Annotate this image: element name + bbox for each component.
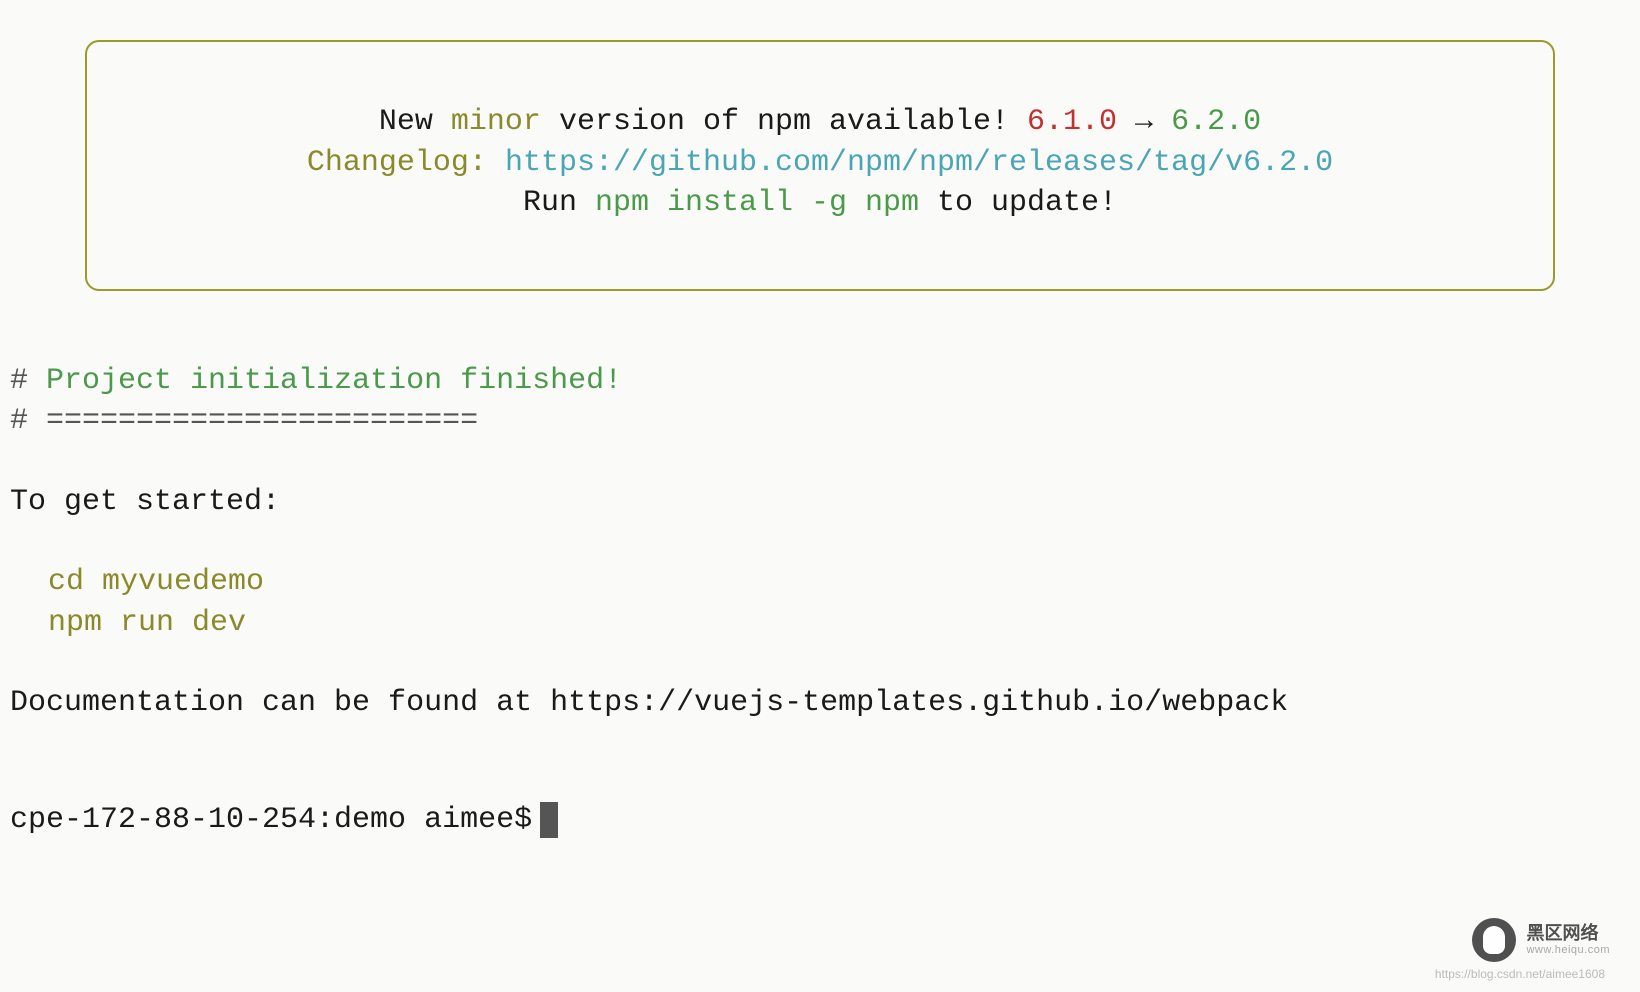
version-text: version of npm available! <box>541 105 1027 139</box>
new-text: New <box>379 105 451 139</box>
changelog-label: Changelog: <box>307 146 505 180</box>
npm-update-notice: New minor version of npm available! 6.1.… <box>85 40 1555 291</box>
npm-run-command: npm run dev <box>10 603 1630 644</box>
terminal-prompt[interactable]: cpe-172-88-10-254:demo aimee$ <box>10 800 1630 841</box>
documentation-text: Documentation can be found at https://vu… <box>10 683 1630 724</box>
watermark-url: https://blog.csdn.net/aimee1608 <box>1435 966 1605 982</box>
init-separator: # ======================== <box>10 401 1630 442</box>
run-text: Run <box>523 186 595 220</box>
get-started-label: To get started: <box>10 482 1630 523</box>
init-line-1: # Project initialization finished! <box>10 361 1630 402</box>
new-version: 6.2.0 <box>1171 105 1261 139</box>
old-version: 6.1.0 <box>1027 105 1117 139</box>
init-finished: Project initialization finished! <box>46 364 622 398</box>
changelog-url: https://github.com/npm/npm/releases/tag/… <box>505 146 1333 180</box>
mushroom-icon <box>1472 918 1516 962</box>
arrow-icon: → <box>1117 105 1171 139</box>
watermark: 黑区网络 www.heiqu.com <box>1472 918 1610 962</box>
prompt-text: cpe-172-88-10-254:demo aimee$ <box>10 800 532 841</box>
cursor-icon <box>540 802 558 838</box>
watermark-name: 黑区网络 <box>1526 924 1610 944</box>
notice-line-1: New minor version of npm available! 6.1.… <box>127 102 1513 143</box>
minor-label: minor <box>451 105 541 139</box>
notice-line-3: Run npm install -g npm to update! <box>127 183 1513 224</box>
install-command: npm install -g npm <box>595 186 919 220</box>
notice-line-2: Changelog: https://github.com/npm/npm/re… <box>127 143 1513 184</box>
watermark-domain: www.heiqu.com <box>1526 944 1610 956</box>
update-text: to update! <box>919 186 1117 220</box>
cd-command: cd myvuedemo <box>10 562 1630 603</box>
hash-prefix: # <box>10 364 46 398</box>
